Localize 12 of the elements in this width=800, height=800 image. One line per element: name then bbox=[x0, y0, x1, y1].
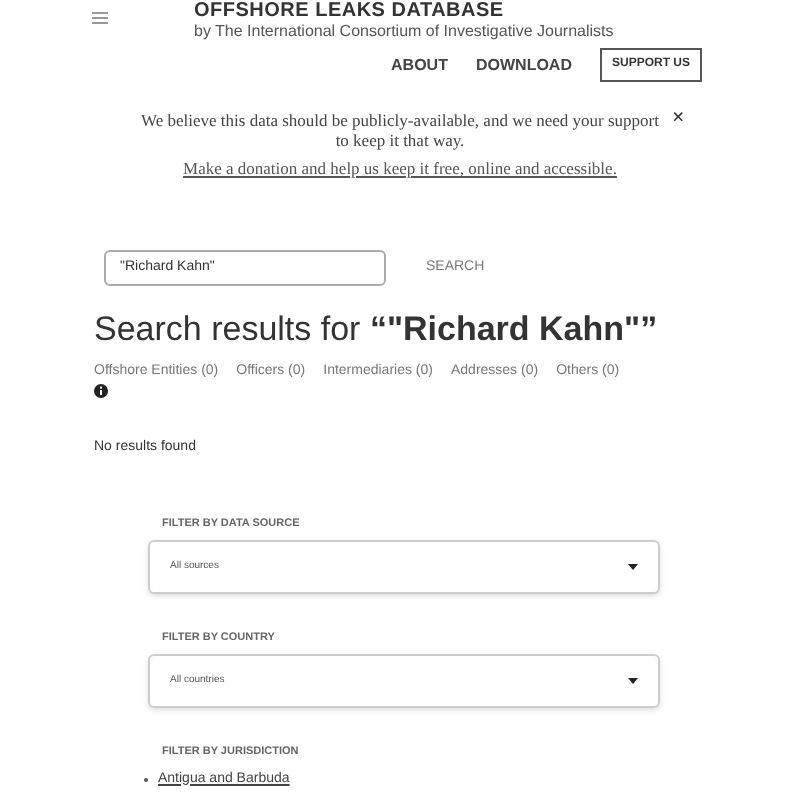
nav-link[interactable]: ABOUT bbox=[391, 53, 448, 77]
close-button[interactable]: × bbox=[672, 108, 685, 130]
nav-link[interactable]: DOWNLOAD bbox=[475, 53, 572, 77]
info-icon[interactable] bbox=[94, 384, 108, 399]
menu-icon[interactable] bbox=[92, 12, 108, 24]
donation-link[interactable]: Make a donation and help us keep it free, online and accessible. bbox=[183, 156, 617, 182]
caret-icon bbox=[628, 678, 638, 685]
caret-icon bbox=[628, 564, 638, 570]
site-title: OFFSHORE LEAKS DATABASE bbox=[194, 0, 506, 22]
results-heading: Search results for “"Richard Kahn"” bbox=[92, 309, 660, 350]
site-subtitle: by The International Consortium of Investigative Journalists bbox=[194, 22, 614, 42]
banner-message: We believe this data should be publicly-available, and we need your support to keep it that way. bbox=[139, 110, 661, 150]
